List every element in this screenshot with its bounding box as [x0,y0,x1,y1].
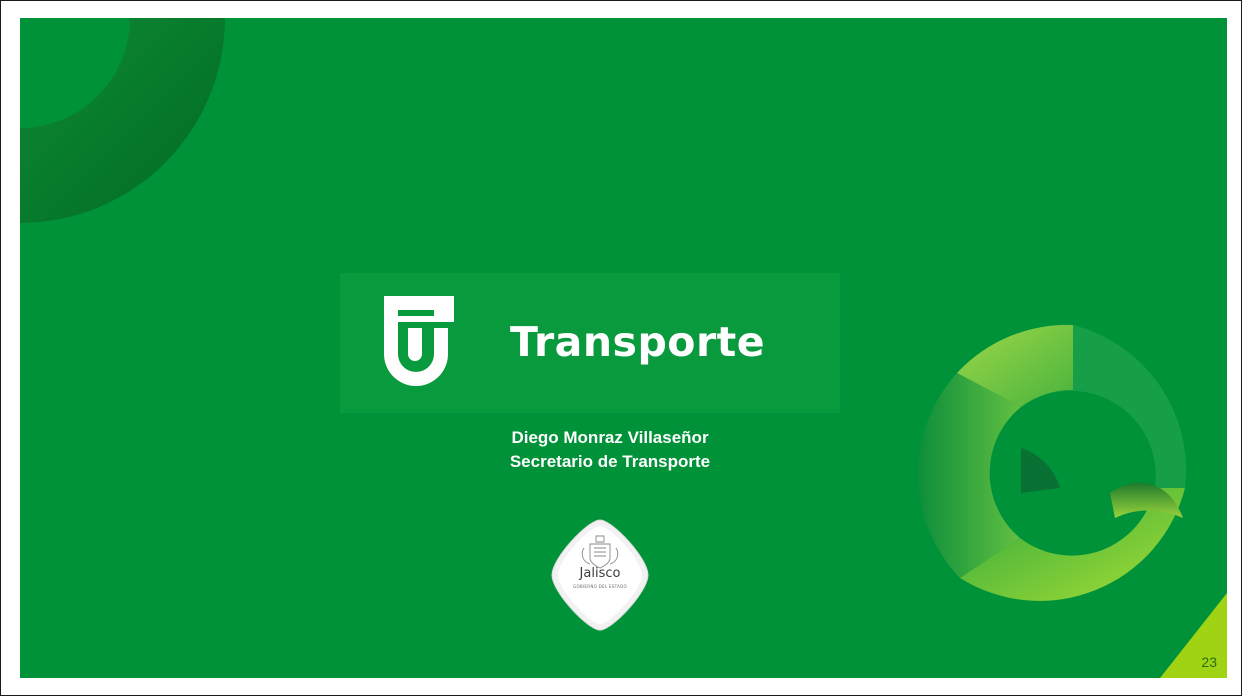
ring-segment-left [917,373,1021,578]
brand-wordmark: Transporte [510,318,766,366]
page-number: 23 [1201,654,1217,670]
title-slide: Transporte Diego Monraz Villaseñor Secre… [20,18,1227,678]
jalisco-subtitle: GOBIERNO DEL ESTADO [573,584,627,589]
speaker-title: Secretario de Transporte [509,452,711,471]
slide-frame: Transporte Diego Monraz Villaseñor Secre… [0,0,1242,696]
top-left-ring [20,18,225,223]
transporte-logo-icon [384,296,454,386]
speaker-block: Diego Monraz Villaseñor Secretario de Tr… [400,426,820,474]
jalisco-wordmark: Jalisco [579,566,621,581]
speaker-name: Diego Monraz Villaseñor [511,428,709,447]
ring-inner-shadow [1021,448,1060,493]
